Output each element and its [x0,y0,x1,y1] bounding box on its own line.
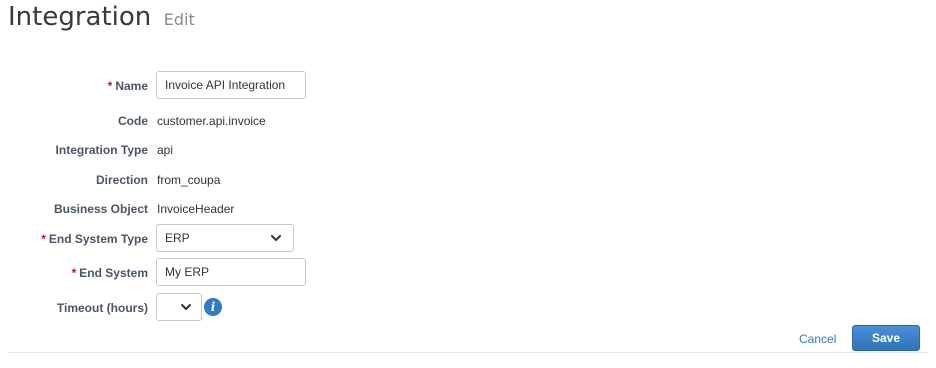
business-object-row: Business Object InvoiceHeader [0,193,700,225]
required-mark: * [71,266,77,280]
timeout-row: Timeout (hours) i [0,292,700,324]
end-system-type-select[interactable]: ERP [156,224,294,252]
info-icon[interactable]: i [204,298,222,316]
integration-type-value: api [157,143,174,157]
business-object-label: Business Object [53,202,148,216]
code-row: Code customer.api.invoice [0,105,700,137]
end-system-type-label: * End System Type [41,232,148,246]
business-object-value: InvoiceHeader [157,202,235,216]
divider [8,352,928,353]
integration-type-row: Integration Type api [0,134,700,166]
page-title: Integration [8,2,152,32]
timeout-label: Timeout (hours) [56,301,148,315]
code-value: customer.api.invoice [157,114,266,128]
timeout-select[interactable] [156,293,202,321]
required-mark: * [107,79,113,93]
required-mark: * [41,232,46,246]
cancel-link[interactable]: Cancel [799,332,836,346]
save-button[interactable]: Save [852,325,920,351]
page-header: Integration Edit [8,2,195,32]
chevron-down-icon [181,304,191,310]
end-system-label: * End System [71,266,148,280]
direction-value: from_coupa [157,173,221,187]
name-label: * Name [107,79,148,93]
name-row: * Name [0,70,700,102]
end-system-input[interactable] [156,258,306,286]
direction-label: Direction [95,173,148,187]
chevron-down-icon [271,235,281,241]
integration-type-label: Integration Type [55,143,148,157]
name-input[interactable] [156,71,306,99]
end-system-row: * End System [0,257,700,289]
page-subtitle: Edit [163,10,195,29]
end-system-type-value: ERP [165,231,190,245]
direction-row: Direction from_coupa [0,164,700,196]
end-system-type-row: * End System Type ERP [0,223,700,255]
code-label: Code [118,114,148,128]
